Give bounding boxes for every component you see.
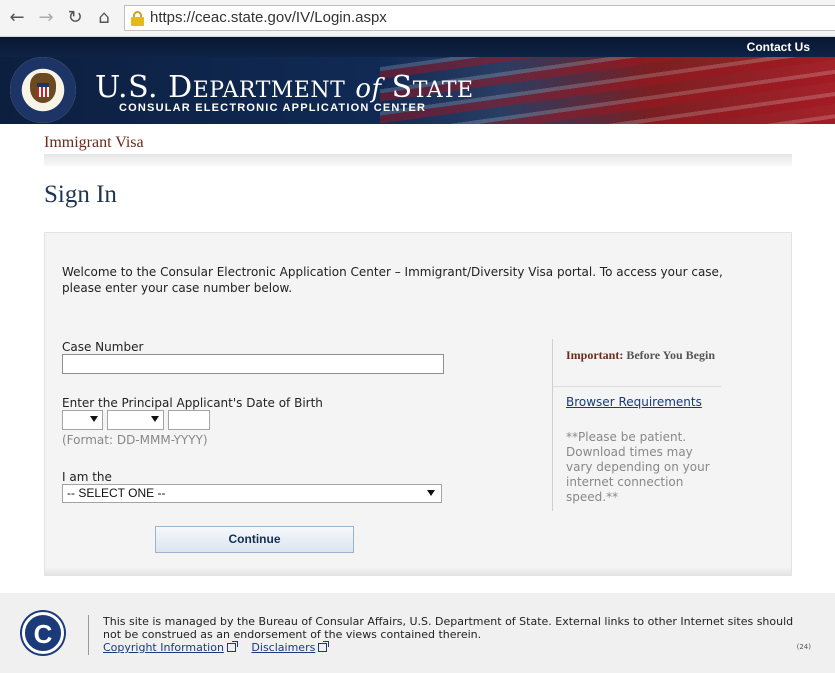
lock-icon [131, 11, 144, 26]
program-name: Immigrant Visa [44, 134, 144, 151]
external-link-icon [318, 641, 330, 652]
chevron-down-icon [151, 416, 159, 422]
patience-note: **Please be patient. Download times may … [566, 430, 710, 504]
disclaimers-link[interactable]: Disclaimers [251, 641, 330, 654]
chevron-down-icon [90, 416, 98, 422]
case-number-label: Case Number [62, 340, 144, 354]
external-link-icon [226, 641, 238, 652]
dob-label: Enter the Principal Applicant's Date of … [62, 396, 323, 410]
continue-button[interactable]: Continue [155, 526, 354, 553]
dob-year-input[interactable] [168, 410, 210, 430]
copyright-information-link[interactable]: Copyright Information [103, 641, 238, 654]
browser-requirements-link[interactable]: Browser Requirements [566, 395, 702, 409]
department-subtitle: CONSULAR ELECTRONIC APPLICATION CENTER [119, 102, 427, 114]
divider [44, 154, 792, 166]
dob-month-select[interactable] [107, 410, 164, 430]
dob-format-hint: (Format: DD-MMM-YYYY) [62, 433, 208, 447]
dob-day-select[interactable] [62, 410, 103, 430]
department-seal-icon [10, 57, 76, 123]
footer-links: Copyright Information Disclaimers [103, 641, 339, 654]
version-label: (24) [796, 643, 811, 651]
role-select[interactable]: -- SELECT ONE -- [62, 484, 442, 503]
info-sidebar: Important: Before You Begin Browser Requ… [552, 339, 722, 511]
department-title: U.S. DEPARTMENT of STATE [95, 70, 474, 105]
role-selected-value: -- SELECT ONE -- [67, 486, 166, 500]
address-bar[interactable]: https://ceac.state.gov/IV/Login.aspx [124, 5, 835, 31]
reload-icon[interactable]: ↻ [65, 8, 85, 28]
divider [88, 615, 89, 655]
home-icon[interactable]: ⌂ [94, 8, 114, 28]
footer: C This site is managed by the Bureau of … [0, 593, 835, 673]
page-title: Sign In [44, 181, 117, 208]
case-number-input[interactable] [62, 354, 444, 374]
url-text: https://ceac.state.gov/IV/Login.aspx [150, 9, 387, 26]
footer-disclaimer-text: This site is managed by the Bureau of Co… [103, 615, 794, 641]
welcome-text: Welcome to the Consular Electronic Appli… [62, 265, 723, 295]
contact-us-link[interactable]: Contact Us [747, 40, 810, 54]
sign-in-panel: Welcome to the Consular Electronic Appli… [44, 232, 792, 576]
divider [553, 386, 721, 387]
chevron-down-icon [427, 490, 435, 496]
role-label: I am the [62, 470, 112, 484]
consular-affairs-logo-icon: C [22, 612, 64, 654]
important-note: Important: Before You Begin [566, 348, 715, 362]
site-header-banner: Contact Us U.S. DEPARTMENT of STATE CONS… [0, 37, 835, 124]
browser-toolbar: ← → ↻ ⌂ https://ceac.state.gov/IV/Login.… [0, 0, 835, 37]
back-arrow-icon[interactable]: ← [7, 8, 27, 28]
forward-arrow-icon[interactable]: → [36, 8, 56, 28]
